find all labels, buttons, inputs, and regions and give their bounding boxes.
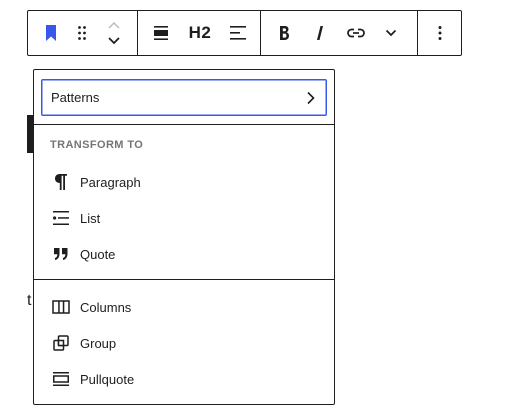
block-controls-group: [28, 11, 138, 55]
options-group: [418, 11, 461, 55]
menu-divider: [34, 279, 334, 280]
bold-button[interactable]: [261, 11, 307, 55]
transform-section-title: TRANSFORM TO: [50, 139, 144, 151]
block-type-button[interactable]: [28, 11, 74, 55]
text-align-button[interactable]: [216, 11, 260, 55]
drag-handle-icon: [78, 26, 86, 40]
block-toolbar: H2: [27, 10, 462, 56]
align-wide-icon: [154, 26, 168, 40]
group-icon: [50, 332, 72, 354]
menu-item-label: Quote: [80, 246, 116, 262]
menu-item-label: Columns: [80, 299, 132, 315]
menu-item-label: Group: [80, 335, 117, 351]
menu-item-paragraph[interactable]: Paragraph: [50, 170, 141, 194]
link-button[interactable]: [333, 11, 379, 55]
align-button[interactable]: [138, 11, 184, 55]
pullquote-icon: [50, 368, 72, 390]
paragraph-fragment: t: [27, 292, 32, 309]
italic-button[interactable]: [307, 11, 333, 55]
block-switcher-dropdown: Patterns TRANSFORM TO Paragraph List Quo…: [33, 69, 335, 405]
heading-level-button[interactable]: H2: [184, 11, 216, 55]
heading-controls-group: H2: [138, 11, 261, 55]
drag-handle[interactable]: [74, 11, 90, 55]
menu-item-label: List: [80, 210, 101, 226]
more-vertical-icon: [438, 26, 441, 40]
format-controls-group: [261, 11, 418, 55]
chevron-down-icon[interactable]: [107, 36, 121, 46]
patterns-label: Patterns: [51, 90, 100, 105]
options-button[interactable]: [418, 11, 461, 55]
menu-item-group[interactable]: Group: [50, 331, 116, 355]
move-buttons: [90, 11, 137, 55]
menu-item-columns[interactable]: Columns: [50, 295, 131, 319]
italic-icon: [317, 26, 323, 40]
chevron-down-icon: [385, 29, 397, 37]
bookmark-icon: [46, 25, 56, 41]
chevron-right-icon: [307, 91, 315, 104]
link-icon: [347, 28, 365, 38]
chevron-up-icon[interactable]: [107, 20, 121, 30]
bold-icon: [280, 26, 289, 40]
menu-item-list[interactable]: List: [50, 206, 100, 230]
menu-item-label: Paragraph: [80, 174, 141, 190]
quote-icon: [50, 243, 72, 265]
text-align-left-icon: [230, 26, 246, 40]
menu-divider: [34, 124, 334, 125]
paragraph-icon: [50, 171, 72, 193]
list-icon: [50, 207, 72, 229]
menu-item-pullquote[interactable]: Pullquote: [50, 367, 134, 391]
heading-level-label: H2: [188, 23, 212, 42]
more-formats-button[interactable]: [379, 11, 403, 55]
menu-item-quote[interactable]: Quote: [50, 242, 115, 266]
menu-item-label: Pullquote: [80, 371, 135, 387]
patterns-button[interactable]: Patterns: [41, 79, 327, 116]
columns-icon: [50, 296, 72, 318]
